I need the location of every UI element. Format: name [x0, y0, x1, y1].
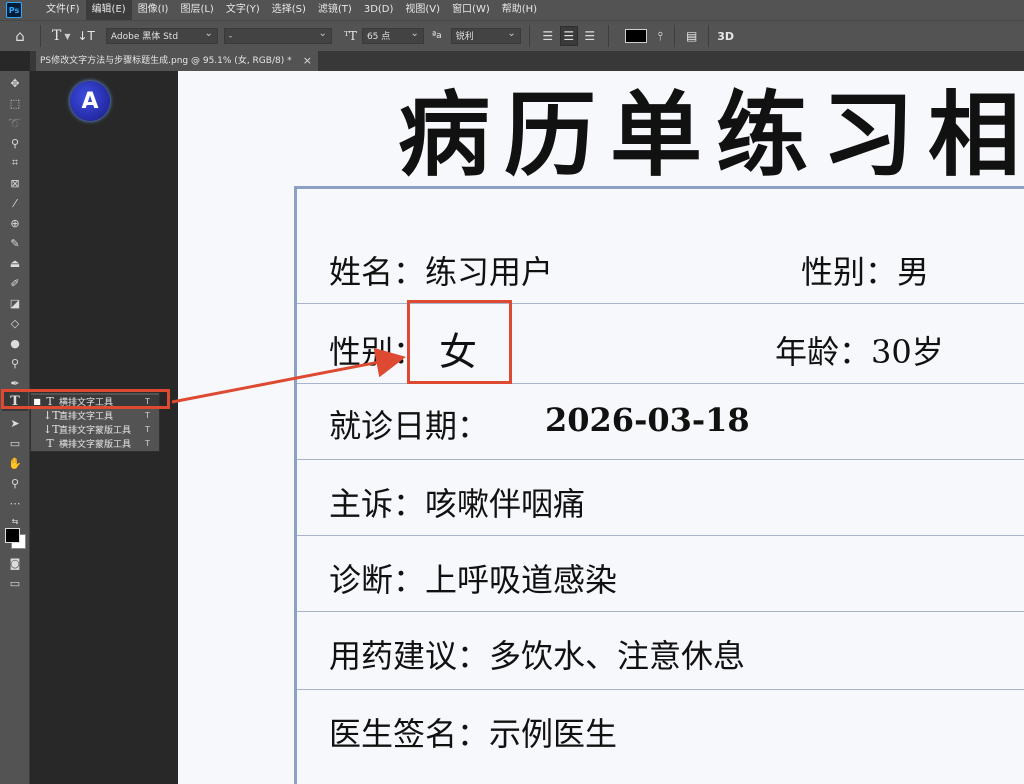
name-field: 姓名：练习用户	[329, 253, 554, 291]
tools-panel: ✥ ⬚ ➰ ⚲ ⌗ ⊠ ⁄ ⊕ ✎ ⏏ ✐ ◪ ◇ ● ⚲ ✒ T ➤ ▭ ✋ …	[0, 71, 30, 784]
photoshop-logo-icon: Ps	[6, 2, 22, 18]
flyout-vertical-type-tool[interactable]: ↓T 直排文字工具 T	[31, 409, 159, 422]
swap-colors-icon[interactable]: ⇆	[7, 513, 23, 529]
menu-filter[interactable]: 滤镜(T)	[312, 0, 358, 20]
frame-tool-icon[interactable]: ⊠	[7, 175, 23, 191]
selected-text-highlight	[407, 300, 512, 384]
divider	[708, 25, 710, 47]
zoom-tool-icon[interactable]: ⚲	[7, 475, 23, 491]
vertical-type-mask-icon: ↓T	[43, 423, 60, 436]
blur-tool-icon[interactable]: ●	[7, 335, 23, 351]
anti-alias-icon: ªa	[431, 31, 442, 41]
visit-date-value: 2026-03-18	[545, 401, 750, 439]
options-bar: ⌂ T ▼ ↓T Adobe 黑体 Std - ᵀT 65 点 ªa 锐利 ☰ …	[0, 20, 1024, 51]
tool-highlight-box	[1, 389, 170, 409]
gender-top-field: 性别：男	[801, 253, 930, 291]
eyedropper-tool-icon[interactable]: ⁄	[7, 195, 23, 211]
flyout-item-label: 直排文字工具	[59, 412, 114, 422]
marquee-tool-icon[interactable]: ⬚	[7, 95, 23, 111]
menu-layer[interactable]: 图层(L)	[174, 0, 219, 20]
complaint-field: 主诉：咳嗽伴咽痛	[329, 485, 586, 523]
font-family-select[interactable]: Adobe 黑体 Std	[105, 26, 218, 44]
quick-mask-icon[interactable]: ◙	[7, 555, 23, 571]
flyout-item-label: 横排文字蒙版工具	[59, 440, 132, 450]
horizontal-type-mask-icon: T	[46, 437, 54, 450]
home-icon[interactable]: ⌂	[8, 25, 32, 47]
record-title: 病历单练习相	[398, 81, 1024, 189]
text-color-swatch[interactable]	[624, 29, 647, 43]
divider	[528, 25, 530, 47]
shortcut-key: T	[145, 439, 150, 448]
document-canvas[interactable]: 病历单练习相 姓名：练习用户 性别：男 性别： 女 年龄：30岁 就诊日期： 2…	[178, 71, 1024, 784]
divider	[40, 25, 41, 47]
crop-tool-icon[interactable]: ⌗	[7, 155, 23, 171]
align-left-icon[interactable]: ☰	[540, 27, 556, 45]
screen-mode-icon[interactable]: ▭	[7, 575, 23, 591]
vertical-type-icon: ↓T	[43, 409, 60, 422]
lasso-tool-icon[interactable]: ➰	[7, 115, 23, 131]
more-tools-icon[interactable]: ⋯	[7, 495, 23, 511]
path-selection-tool-icon[interactable]: ➤	[7, 415, 23, 431]
toggle-orientation-icon[interactable]: ↓T	[78, 29, 95, 43]
table-row: 医生签名：示例医生	[297, 689, 1024, 784]
menu-edit[interactable]: 编辑(E)	[85, 0, 132, 20]
rectangle-tool-icon[interactable]: ▭	[7, 435, 23, 451]
paint-bucket-tool-icon[interactable]: ◇	[7, 315, 23, 331]
menu-type[interactable]: 文字(Y)	[220, 0, 266, 20]
menu-view[interactable]: 视图(V)	[399, 0, 446, 20]
move-tool-icon[interactable]: ✥	[7, 75, 23, 91]
menu-bar: Ps 文件(F) 编辑(E) 图像(I) 图层(L) 文字(Y) 选择(S) 滤…	[0, 0, 1024, 20]
document-tab[interactable]: PS修改文字方法与步骤标题生成.png @ 95.1% (女, RGB/8) *…	[36, 51, 318, 71]
chevron-down-icon[interactable]: ▼	[64, 32, 70, 41]
menu-select[interactable]: 选择(S)	[266, 0, 312, 20]
character-panel-icon[interactable]: ▤	[686, 29, 697, 43]
watermark-logo-icon: A	[70, 81, 110, 121]
table-row: 诊断：上呼吸道感染	[297, 535, 1024, 612]
flyout-horizontal-type-mask-tool[interactable]: T 横排文字蒙版工具 T	[31, 437, 159, 450]
visit-date-label: 就诊日期：	[329, 407, 490, 445]
shortcut-key: T	[145, 411, 150, 420]
font-style-select[interactable]: -	[223, 26, 332, 44]
history-brush-tool-icon[interactable]: ✐	[7, 275, 23, 291]
shortcut-key: T	[145, 425, 150, 434]
record-table: 姓名：练习用户 性别：男 性别： 女 年龄：30岁 就诊日期： 2026-03-…	[294, 186, 1024, 784]
doctor-field: 医生签名：示例医生	[329, 715, 618, 753]
table-row: 就诊日期： 2026-03-18	[297, 383, 1024, 460]
menu-help[interactable]: 帮助(H)	[496, 0, 543, 20]
dodge-tool-icon[interactable]: ⚲	[7, 355, 23, 371]
eraser-tool-icon[interactable]: ◪	[7, 295, 23, 311]
flyout-vertical-type-mask-tool[interactable]: ↓T 直排文字蒙版工具 T	[31, 423, 159, 436]
menu-window[interactable]: 窗口(W)	[446, 0, 496, 20]
foreground-color-swatch[interactable]	[5, 528, 20, 543]
document-tab-bar: PS修改文字方法与步骤标题生成.png @ 95.1% (女, RGB/8) *…	[30, 51, 1024, 71]
3d-button[interactable]: 3D	[717, 30, 734, 43]
font-size-select[interactable]: 65 点	[361, 26, 424, 44]
align-center-icon[interactable]: ☰	[559, 26, 578, 46]
align-right-icon[interactable]: ☰	[582, 27, 598, 45]
divider	[607, 25, 609, 47]
menu-file[interactable]: 文件(F)	[40, 0, 86, 20]
type-tool-preset-icon[interactable]: T	[52, 28, 61, 44]
diagnosis-field: 诊断：上呼吸道感染	[329, 561, 618, 599]
advice-field: 用药建议：多饮水、注意休息	[329, 637, 746, 675]
table-row: 用药建议：多饮水、注意休息	[297, 611, 1024, 690]
menu-image[interactable]: 图像(I)	[132, 0, 175, 20]
divider	[673, 25, 675, 47]
font-size-icon: ᵀT	[343, 29, 357, 43]
menu-3d[interactable]: 3D(D)	[358, 0, 400, 20]
clone-stamp-tool-icon[interactable]: ⏏	[7, 255, 23, 271]
warp-text-icon[interactable]: ⫯	[658, 29, 663, 44]
brush-tool-icon[interactable]: ✎	[7, 235, 23, 251]
anti-alias-select[interactable]: 锐利	[450, 26, 521, 44]
age-field: 年龄：30岁	[775, 333, 944, 371]
hand-tool-icon[interactable]: ✋	[7, 455, 23, 471]
table-row: 主诉：咳嗽伴咽痛	[297, 459, 1024, 536]
close-icon[interactable]: ×	[303, 51, 312, 71]
table-row: 姓名：练习用户 性别：男	[297, 189, 1024, 304]
flyout-item-label: 直排文字蒙版工具	[59, 426, 132, 436]
quick-select-tool-icon[interactable]: ⚲	[7, 135, 23, 151]
document-tab-title: PS修改文字方法与步骤标题生成.png @ 95.1% (女, RGB/8) *	[40, 56, 292, 66]
healing-brush-tool-icon[interactable]: ⊕	[7, 215, 23, 231]
